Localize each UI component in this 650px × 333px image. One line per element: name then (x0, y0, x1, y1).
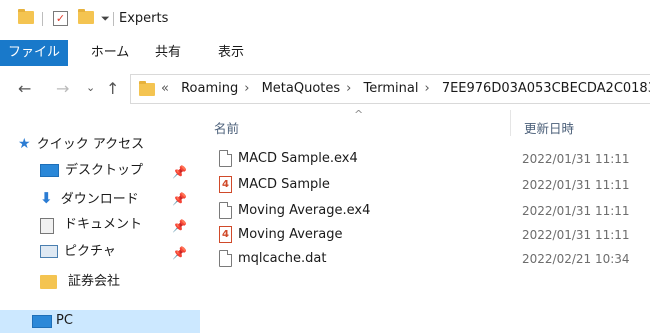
nav-label: クイック アクセス (36, 137, 145, 152)
nav-item-securities[interactable]: 証券会社 (40, 270, 200, 294)
column-header-name[interactable]: 名前 (214, 118, 239, 137)
desktop-icon (40, 164, 59, 177)
tab-view[interactable]: 表示 (209, 40, 253, 66)
breadcrumb-terminal[interactable]: Terminal (364, 81, 419, 96)
back-icon[interactable]: ← (18, 79, 31, 98)
file-row[interactable]: mqlcache.dat 2022/02/21 10:34 (214, 247, 650, 271)
file-date: 2022/01/31 11:11 (522, 152, 630, 166)
pin-icon[interactable]: 📌 (172, 165, 187, 179)
breadcrumb-roaming[interactable]: Roaming (181, 81, 238, 96)
tab-file[interactable]: ファイル (0, 40, 68, 66)
title-bar: ✓ ⏷ Experts (0, 0, 650, 40)
folder-icon (18, 9, 34, 24)
file-date: 2022/02/21 10:34 (522, 252, 630, 266)
folder-icon (139, 81, 155, 96)
file-date: 2022/01/31 11:11 (522, 178, 630, 192)
column-divider[interactable] (510, 110, 511, 136)
quick-access-dropdown-icon[interactable]: ⏷ (101, 12, 110, 26)
pin-icon[interactable]: 📌 (172, 219, 187, 233)
breadcrumb-terminal-id[interactable]: 7EE976D03A053CBECDA2C0183B3 (442, 81, 650, 96)
mq4-source-icon: 4 (219, 176, 232, 193)
file-date: 2022/01/31 11:11 (522, 228, 630, 242)
file-date: 2022/01/31 11:11 (522, 204, 630, 218)
navigation-pane: ★ クイック アクセス デスクトップ 📌 ⬇ ダウンロード 📌 ドキュメント 📌… (0, 110, 200, 333)
window-title: Experts (119, 11, 169, 26)
file-name: Moving Average.ex4 (238, 203, 371, 218)
file-row[interactable]: 4 MACD Sample 2022/01/31 11:11 (214, 173, 650, 197)
divider (42, 12, 43, 26)
nav-label: ドキュメント (64, 217, 143, 232)
nav-label: ダウンロード (60, 192, 139, 207)
file-name: Moving Average (238, 227, 343, 242)
file-row[interactable]: 4 Moving Average 2022/01/31 11:11 (214, 223, 650, 247)
column-header-row: 名前 更新日時 (214, 110, 650, 140)
nav-item-pc[interactable]: PC (0, 310, 200, 333)
address-row: ← → ⌄ ↑ « Roaming › MetaQuotes › Terminal ›… (0, 66, 650, 110)
new-folder-icon[interactable] (78, 9, 94, 24)
document-icon (219, 202, 232, 219)
pin-icon[interactable]: 📌 (172, 192, 187, 206)
tab-share[interactable]: 共有 (146, 40, 190, 66)
up-icon[interactable]: ↑ (106, 79, 119, 98)
file-name: MACD Sample (238, 177, 330, 192)
tab-home[interactable]: ホーム (83, 40, 137, 66)
nav-quick-access[interactable]: ★ クイック アクセス (18, 132, 198, 156)
download-arrow-icon: ⬇ (40, 189, 53, 207)
column-header-date[interactable]: 更新日時 (524, 118, 574, 137)
ribbon-tabs: ファイル ホーム 共有 表示 (0, 40, 650, 67)
nav-label: デスクトップ (65, 163, 144, 178)
document-icon (219, 250, 232, 267)
breadcrumb: « Roaming › MetaQuotes › Terminal › 7EE976D… (161, 81, 650, 96)
computer-icon (32, 315, 52, 328)
documents-icon (40, 218, 54, 234)
pictures-icon (40, 245, 58, 258)
forward-icon[interactable]: → (56, 79, 69, 98)
file-row[interactable]: Moving Average.ex4 2022/01/31 11:11 (214, 199, 650, 223)
nav-label: 証券会社 (68, 274, 121, 289)
recent-locations-icon[interactable]: ⌄ (86, 81, 95, 94)
chevron-right-icon[interactable]: › (244, 81, 249, 96)
properties-check-icon[interactable]: ✓ (53, 11, 68, 26)
overflow-chevron-icon[interactable]: « (161, 81, 169, 96)
file-row[interactable]: MACD Sample.ex4 2022/01/31 11:11 (214, 147, 650, 171)
document-icon (219, 150, 232, 167)
folder-icon (40, 275, 57, 289)
address-bar[interactable]: « Roaming › MetaQuotes › Terminal › 7EE976D… (130, 74, 650, 104)
nav-label: PC (56, 313, 73, 328)
divider (113, 12, 114, 26)
file-name: MACD Sample.ex4 (238, 151, 358, 166)
breadcrumb-metaquotes[interactable]: MetaQuotes (262, 81, 341, 96)
pin-icon[interactable]: 📌 (172, 246, 187, 260)
chevron-right-icon[interactable]: › (346, 81, 351, 96)
mq4-source-icon: 4 (219, 226, 232, 243)
nav-label: ピクチャ (64, 244, 116, 259)
star-icon: ★ (18, 136, 31, 152)
file-name: mqlcache.dat (238, 251, 327, 266)
chevron-right-icon[interactable]: › (424, 81, 429, 96)
